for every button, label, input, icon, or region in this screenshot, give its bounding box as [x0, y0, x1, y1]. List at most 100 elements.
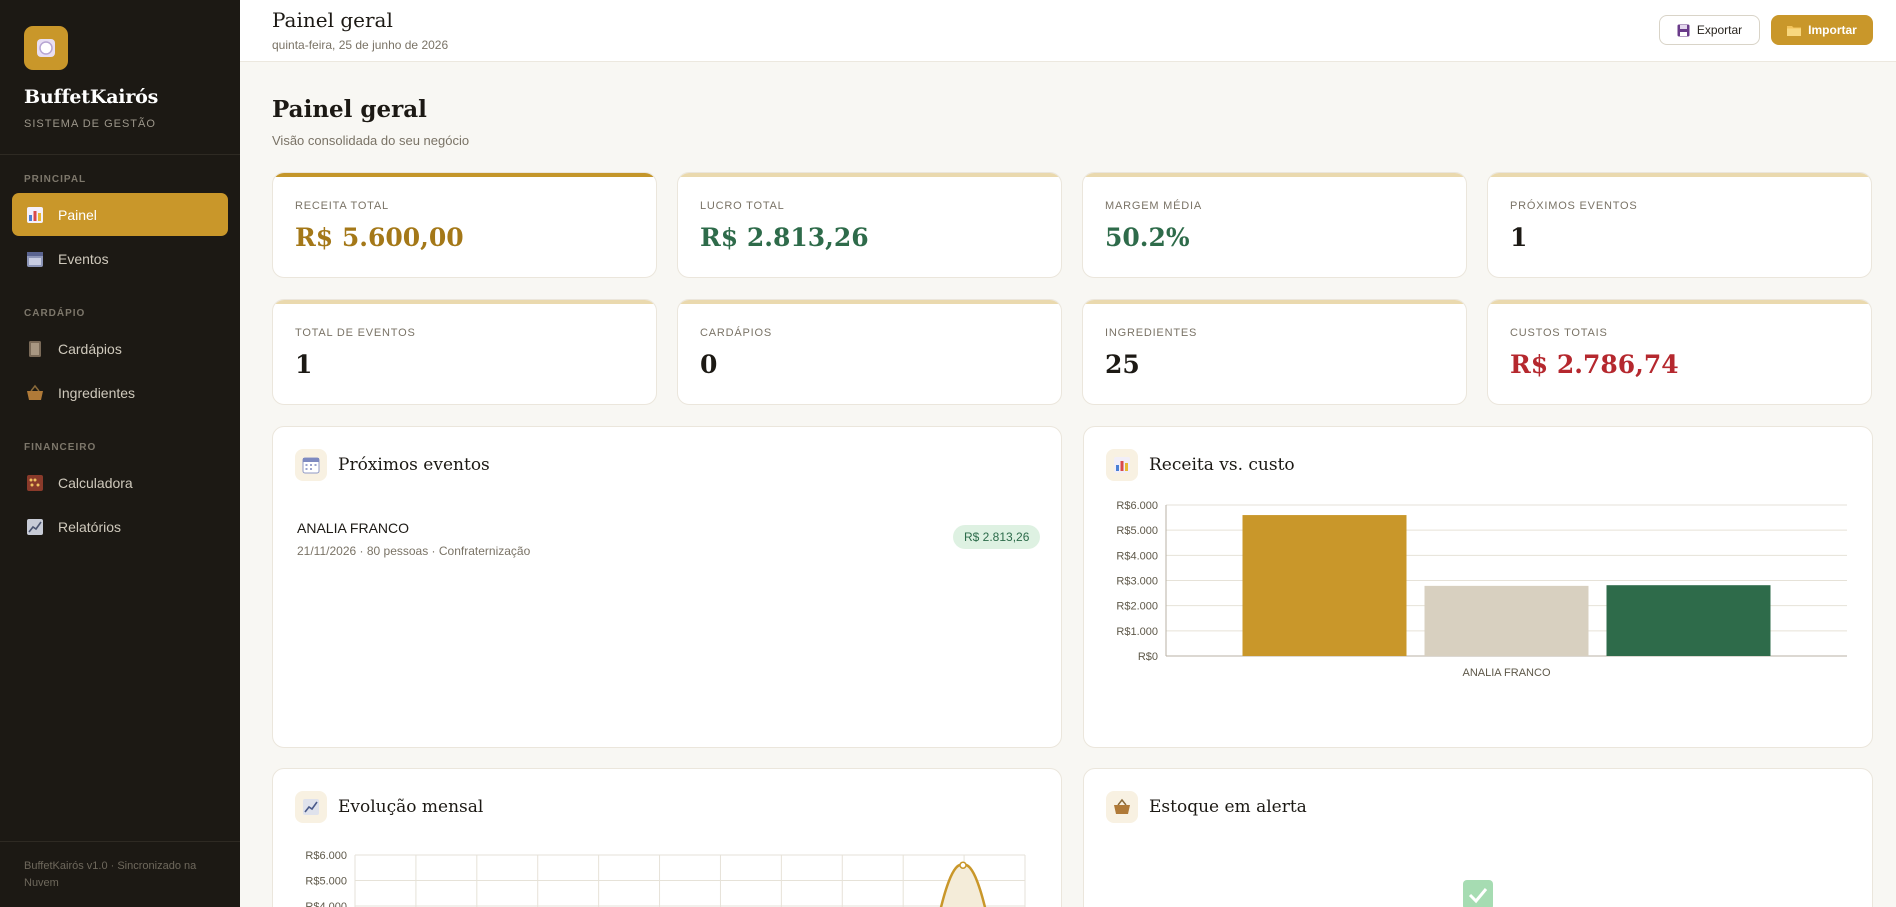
sidebar-item-label: Calculadora — [58, 474, 133, 491]
panel-icon-box — [1106, 449, 1138, 481]
stat-card-receita-total: RECEITA TOTAL R$ 5.600,00 — [272, 172, 657, 278]
event-meta: 21/11/2026 · 80 pessoas · Confraternizaç… — [297, 544, 531, 558]
sidebar-item-relatorios[interactable]: Relatórios — [12, 505, 228, 548]
abacus-icon — [27, 474, 43, 491]
y-tick-label: R$6.000 — [1116, 500, 1158, 512]
panel-title: Próximos eventos — [338, 455, 490, 475]
sidebar-item-label: Eventos — [58, 250, 109, 267]
stat-card-ingredientes: INGREDIENTES 25 — [1082, 299, 1467, 405]
stat-value: 1 — [1510, 223, 1528, 252]
bar-chart-icon — [1114, 457, 1130, 473]
bar — [1424, 585, 1589, 656]
calendar-icon — [302, 457, 320, 474]
section-label-principal: PRINCIPAL — [24, 174, 87, 185]
sidebar-item-ingredientes[interactable]: Ingredientes — [12, 371, 228, 414]
stat-card-custos-totais: CUSTOS TOTAIS R$ 2.786,74 — [1487, 299, 1872, 405]
stat-label: PRÓXIMOS EVENTOS — [1510, 200, 1638, 212]
check-icon — [1463, 880, 1493, 907]
stat-label: MARGEM MÉDIA — [1105, 200, 1202, 212]
sidebar: BuffetKairós SISTEMA DE GESTÃO PRINCIPAL… — [0, 0, 240, 907]
panel-icon-box — [295, 449, 327, 481]
topbar: Painel geral quinta-feira, 25 de junho d… — [240, 0, 1896, 62]
panel-header: Receita vs. custo — [1106, 449, 1295, 481]
calendar-icon — [27, 251, 43, 267]
card-accent-bar — [678, 300, 1061, 304]
sidebar-item-calculadora[interactable]: Calculadora — [12, 461, 228, 504]
book-icon — [29, 340, 41, 357]
card-accent-bar — [678, 173, 1061, 177]
brand-name: BuffetKairós — [24, 86, 159, 108]
sidebar-footer-divider — [0, 841, 240, 842]
export-button[interactable]: Exportar — [1659, 15, 1760, 45]
data-point — [959, 861, 967, 869]
sidebar-item-label: Relatórios — [58, 518, 122, 535]
basket-icon — [27, 384, 43, 400]
y-tick-label: R$5.000 — [305, 876, 347, 888]
stat-label: INGREDIENTES — [1105, 327, 1198, 339]
stat-value: 0 — [700, 350, 718, 379]
sidebar-footer: BuffetKairós v1.0 · Sincronizado na Nuve… — [24, 860, 197, 889]
chart-up-icon — [27, 518, 43, 535]
stat-label: CUSTOS TOTAIS — [1510, 327, 1608, 339]
sidebar-item-painel[interactable]: Painel — [12, 193, 228, 236]
stat-value: R$ 2.786,74 — [1510, 350, 1679, 379]
y-tick-label: R$4.000 — [1116, 550, 1158, 562]
stat-card-total-eventos: TOTAL DE EVENTOS 1 — [272, 299, 657, 405]
sidebar-item-label: Painel — [58, 206, 97, 223]
stat-card-cardapios: CARDÁPIOS 0 — [677, 299, 1062, 405]
card-accent-bar — [273, 300, 656, 304]
stat-label: RECEITA TOTAL — [295, 200, 389, 212]
card-accent-bar — [1083, 173, 1466, 177]
sidebar-item-label: Cardápios — [58, 340, 122, 357]
event-profit-badge: R$ 2.813,26 — [953, 525, 1041, 549]
y-tick-label: R$5.000 — [1116, 525, 1158, 537]
bar — [1242, 515, 1407, 656]
stat-card-proximos-eventos: PRÓXIMOS EVENTOS 1 — [1487, 172, 1872, 278]
stat-value: 50.2% — [1105, 223, 1190, 252]
topbar-date: quinta-feira, 25 de junho de 2026 — [272, 38, 449, 52]
monthly-line-chart: R$6.000 R$5.000 R$4.000 — [305, 850, 1026, 907]
panel-title: Receita vs. custo — [1149, 455, 1295, 475]
panel-title: Estoque em alerta — [1149, 797, 1307, 817]
sidebar-item-label: Ingredientes — [58, 384, 136, 401]
basket-icon — [1114, 798, 1130, 814]
y-tick-label: R$1.000 — [1116, 626, 1158, 638]
import-label: Importar — [1808, 23, 1857, 37]
stat-label: LUCRO TOTAL — [700, 200, 785, 212]
import-button[interactable]: Importar — [1771, 15, 1873, 45]
section-label-cardapio: CARDÁPIO — [24, 308, 86, 319]
y-tick-label: R$6.000 — [305, 850, 347, 862]
y-tick-label: R$4.000 — [305, 901, 347, 907]
card-accent-bar — [1488, 173, 1871, 177]
event-name[interactable]: ANALIA FRANCO — [297, 520, 409, 536]
card-accent-bar — [1488, 300, 1871, 304]
sidebar-item-cardapios[interactable]: Cardápios — [12, 327, 228, 370]
folder-icon — [1787, 26, 1802, 36]
stat-card-lucro-total: LUCRO TOTAL R$ 2.813,26 — [677, 172, 1062, 278]
monthly-evolution-panel: Evolução mensal R$6.000 R$5.000 R$4.000 — [272, 768, 1062, 907]
y-tick-label: R$2.000 — [1116, 601, 1158, 613]
y-tick-label: R$0 — [1138, 651, 1158, 663]
panel-header: Estoque em alerta — [1106, 791, 1307, 823]
panel-header: Evolução mensal — [295, 791, 483, 823]
page-title: Painel geral — [272, 96, 427, 123]
stock-alert-panel: Estoque em alerta — [1083, 768, 1873, 907]
panel-title: Evolução mensal — [338, 797, 484, 817]
stat-card-margem-media: MARGEM MÉDIA 50.2% — [1082, 172, 1467, 278]
panel-icon-box — [295, 791, 327, 823]
card-accent-bar — [273, 173, 656, 177]
stat-value: R$ 2.813,26 — [700, 223, 869, 252]
revenue-vs-cost-panel: Receita vs. custo R$0 R$1.000 R$2.000 R$3.0… — [1083, 426, 1873, 748]
x-tick-label: ANALIA FRANCO — [1462, 667, 1550, 679]
stat-value: 1 — [295, 350, 313, 379]
revenue-cost-bar-chart: R$0 R$1.000 R$2.000 R$3.000 R$4.000 R$5.000 R$… — [1116, 500, 1847, 679]
bar — [1606, 585, 1771, 656]
page-subtitle: Visão consolidada do seu negócio — [272, 133, 470, 148]
stat-value: R$ 5.600,00 — [295, 223, 464, 252]
floppy-disk-icon — [1677, 24, 1690, 36]
y-tick-label: R$3.000 — [1116, 576, 1158, 588]
sidebar-item-eventos[interactable]: Eventos — [12, 237, 228, 280]
stat-label: TOTAL DE EVENTOS — [295, 327, 416, 339]
panel-header: Próximos eventos — [295, 449, 490, 481]
brand-subtitle: SISTEMA DE GESTÃO — [24, 118, 156, 130]
